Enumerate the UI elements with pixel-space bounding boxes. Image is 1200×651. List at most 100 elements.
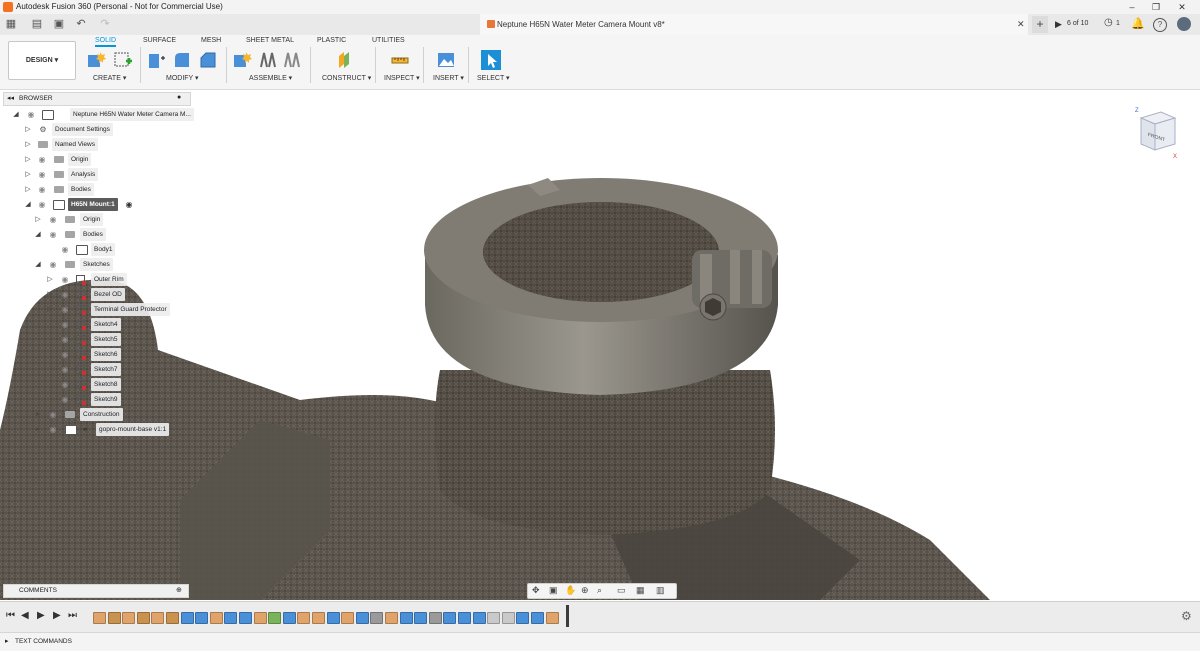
timeline-feature[interactable] bbox=[122, 612, 136, 624]
timeline-feature[interactable] bbox=[151, 612, 165, 624]
tree-item-sketch[interactable]: ▷ ◉ Bezel OD bbox=[0, 288, 200, 301]
timeline-feature[interactable] bbox=[195, 612, 209, 624]
collapse-arrow-icon[interactable]: ◢ bbox=[34, 258, 42, 271]
browser-header[interactable]: ◂◂ BROWSER ● bbox=[3, 92, 191, 106]
orbit-icon[interactable]: ✥ bbox=[532, 585, 540, 596]
tab-utilities[interactable]: UTILITIES bbox=[372, 37, 405, 44]
timeline-feature[interactable] bbox=[136, 612, 150, 624]
file-menu-icon[interactable]: ▤ bbox=[30, 17, 44, 31]
grid-icon[interactable]: ▦ bbox=[636, 585, 645, 596]
timeline-feature[interactable] bbox=[93, 612, 106, 624]
visibility-eye-icon[interactable]: ◉ bbox=[37, 198, 47, 211]
timeline-feature[interactable] bbox=[209, 612, 223, 624]
expand-arrow-icon[interactable]: ▷ bbox=[24, 168, 32, 181]
timeline-feature[interactable] bbox=[253, 612, 267, 624]
new-component-icon[interactable] bbox=[86, 50, 106, 70]
new-component-assemble-icon[interactable] bbox=[232, 50, 252, 70]
expand-icon[interactable]: ▸ bbox=[5, 637, 9, 645]
tree-item-sketch[interactable]: ◉ Sketch6 bbox=[0, 348, 200, 361]
tree-item-sketch[interactable]: ◉ Sketch7 bbox=[0, 363, 200, 376]
data-panel-grid-icon[interactable]: ▦ bbox=[4, 17, 18, 31]
pan-icon[interactable]: ✋ bbox=[565, 585, 576, 596]
visibility-eye-icon[interactable]: ◉ bbox=[48, 258, 58, 271]
expand-arrow-icon[interactable]: ▷ bbox=[24, 138, 32, 151]
tab-solid[interactable]: SOLID bbox=[95, 37, 117, 47]
tree-item-body1[interactable]: ◉ Body1 bbox=[0, 243, 200, 256]
timeline-end-button[interactable]: ⏭ bbox=[68, 610, 77, 621]
group-construct[interactable]: CONSTRUCT ▾ bbox=[322, 74, 371, 82]
restore-button[interactable]: ❐ bbox=[1146, 0, 1166, 14]
timeline-feature[interactable] bbox=[385, 612, 398, 624]
timeline-feature[interactable] bbox=[487, 612, 501, 624]
timeline-feature[interactable] bbox=[399, 612, 413, 624]
expand-arrow-icon[interactable]: ▷ bbox=[46, 288, 54, 301]
timeline-settings-icon[interactable]: ⚙ bbox=[1181, 609, 1192, 623]
group-create[interactable]: CREATE ▾ bbox=[93, 74, 126, 82]
tree-item-sketches[interactable]: ◢ ◉ Sketches bbox=[0, 258, 200, 271]
visibility-eye-icon[interactable]: ◉ bbox=[48, 213, 58, 226]
timeline-feature[interactable] bbox=[428, 612, 442, 624]
timeline-feature[interactable] bbox=[282, 612, 296, 624]
comments-panel[interactable]: COMMENTS ⊕ bbox=[3, 584, 189, 598]
comments-add-icon[interactable]: ⊕ bbox=[176, 586, 182, 594]
timeline-feature[interactable] bbox=[370, 612, 384, 624]
collapse-panel-icon[interactable]: ◂◂ bbox=[7, 94, 14, 102]
avatar[interactable] bbox=[1177, 17, 1191, 31]
tree-item-construction[interactable]: ▸ ◉ Construction bbox=[0, 408, 200, 421]
tree-item-sketch[interactable]: ◉ Sketch4 bbox=[0, 318, 200, 331]
tab-plastic[interactable]: PLASTIC bbox=[317, 37, 346, 44]
tree-item-origin-sub[interactable]: ▷ ◉ Origin bbox=[0, 213, 200, 226]
tree-item-sketch[interactable]: ◉ Sketch5 bbox=[0, 333, 200, 346]
visibility-eye-icon[interactable]: ◉ bbox=[48, 408, 58, 421]
tree-item-origin[interactable]: ▷ ◉ Origin bbox=[0, 153, 200, 166]
tree-item-component[interactable]: ◢ ◉ H65N Mount:1 ◉ bbox=[0, 198, 200, 211]
timeline-forward-button[interactable]: ▶ bbox=[53, 610, 61, 621]
timeline-back-button[interactable]: ◀ bbox=[21, 610, 29, 621]
timeline-feature[interactable] bbox=[545, 612, 559, 624]
chamfer-icon[interactable] bbox=[198, 50, 218, 70]
tree-item-bodies[interactable]: ▷ ◉ Bodies bbox=[0, 183, 200, 196]
timeline-feature[interactable] bbox=[297, 612, 311, 624]
press-pull-icon[interactable] bbox=[146, 50, 166, 70]
activate-radio-icon[interactable]: ◉ bbox=[124, 198, 134, 211]
tree-item-sketch[interactable]: ▷ ◉ Terminal Guard Protector bbox=[0, 303, 200, 316]
fit-icon[interactable]: ⌕ bbox=[597, 585, 602, 596]
expand-arrow-icon[interactable]: ▸ bbox=[34, 408, 42, 421]
close-window-button[interactable]: ✕ bbox=[1172, 0, 1192, 14]
visibility-eye-icon[interactable]: ◉ bbox=[48, 423, 58, 436]
insert-image-icon[interactable] bbox=[436, 50, 456, 70]
timeline-marker[interactable] bbox=[566, 605, 569, 627]
tab-sheet-metal[interactable]: SHEET METAL bbox=[246, 37, 294, 44]
joint-icon[interactable] bbox=[258, 50, 278, 70]
timeline-feature[interactable] bbox=[531, 612, 544, 624]
new-tab-button[interactable]: + bbox=[1032, 16, 1048, 33]
timeline-feature[interactable] bbox=[355, 612, 369, 624]
timeline-feature[interactable] bbox=[458, 612, 471, 624]
tree-item-linked-component[interactable]: ▸ ◉ ⚭ gopro-mount-base v1:1 bbox=[0, 423, 200, 436]
tree-item-bodies-sub[interactable]: ◢ ◉ Bodies bbox=[0, 228, 200, 241]
collapse-arrow-icon[interactable]: ◢ bbox=[34, 228, 42, 241]
tree-item-document-settings[interactable]: ▷ ⚙ Document Settings bbox=[0, 123, 200, 136]
visibility-eye-icon[interactable]: ◉ bbox=[60, 243, 70, 256]
create-sketch-icon[interactable] bbox=[113, 50, 133, 70]
timeline-feature[interactable] bbox=[414, 612, 428, 624]
expand-arrow-icon[interactable]: ▷ bbox=[34, 213, 42, 226]
timeline-feature[interactable] bbox=[224, 612, 238, 624]
tree-item-analysis[interactable]: ▷ ◉ Analysis bbox=[0, 168, 200, 181]
group-assemble[interactable]: ASSEMBLE ▾ bbox=[249, 74, 292, 82]
visibility-eye-icon[interactable]: ◉ bbox=[60, 363, 70, 376]
timeline-feature[interactable] bbox=[501, 612, 515, 624]
group-select[interactable]: SELECT ▾ bbox=[477, 74, 510, 82]
group-inspect[interactable]: INSPECT ▾ bbox=[384, 74, 420, 82]
visibility-eye-icon[interactable]: ◉ bbox=[60, 393, 70, 406]
visibility-eye-icon[interactable]: ◉ bbox=[37, 183, 47, 196]
zoom-icon[interactable]: ⊕ bbox=[581, 585, 589, 596]
visibility-eye-icon[interactable]: ◉ bbox=[48, 228, 58, 241]
measure-icon[interactable] bbox=[390, 50, 410, 70]
visibility-eye-icon[interactable]: ◉ bbox=[37, 153, 47, 166]
timeline-feature[interactable] bbox=[326, 612, 340, 624]
expand-arrow-icon[interactable]: ▷ bbox=[24, 123, 32, 136]
tab-mesh[interactable]: MESH bbox=[201, 37, 221, 44]
display-settings-icon[interactable]: ▭ bbox=[617, 585, 626, 596]
visibility-eye-icon[interactable]: ◉ bbox=[37, 168, 47, 181]
